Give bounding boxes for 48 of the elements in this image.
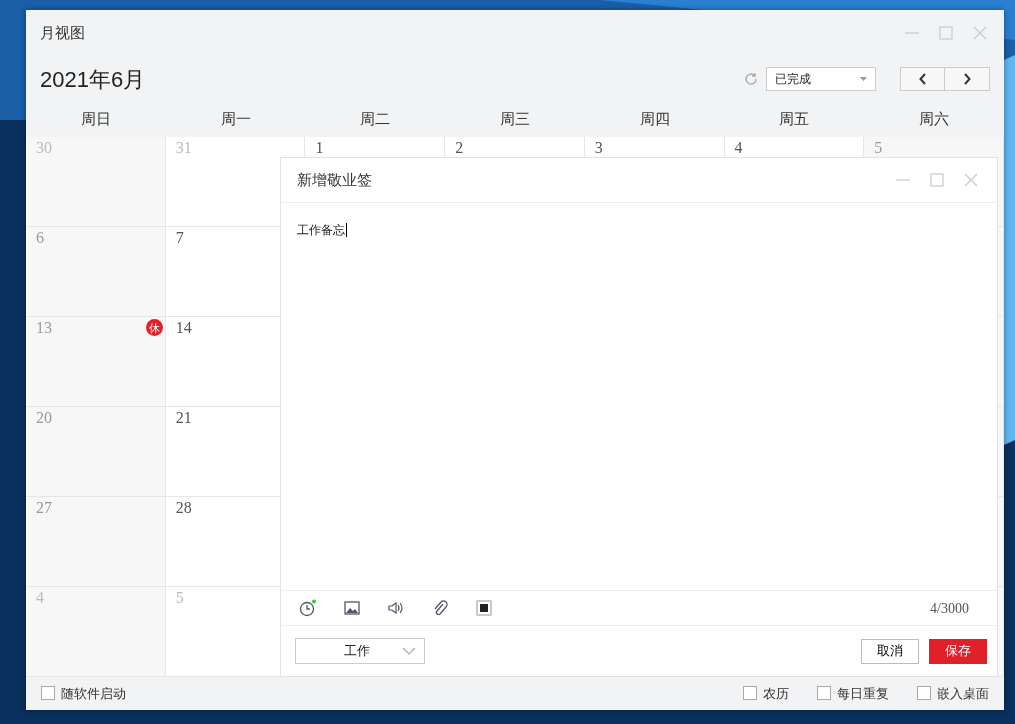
- chevron-right-icon: [963, 73, 971, 85]
- day-number: 28: [175, 499, 192, 516]
- save-button[interactable]: 保存: [929, 638, 987, 664]
- weekday-label: 周三: [499, 109, 531, 130]
- clock-icon[interactable]: [299, 599, 317, 617]
- filter-dropdown[interactable]: 已完成: [766, 67, 876, 91]
- day-number: 4: [36, 589, 44, 606]
- option-checkbox[interactable]: 嵌入桌面: [917, 683, 989, 704]
- note-text-field[interactable]: 工作备忘: [297, 223, 347, 237]
- image-icon[interactable]: [343, 599, 361, 617]
- option-checkbox[interactable]: 农历: [743, 683, 789, 704]
- option-checkbox[interactable]: 随软件启动: [41, 683, 126, 704]
- weekday-label: 周四: [638, 109, 671, 130]
- chevron-down-icon: [402, 647, 416, 655]
- day-number: 13: [36, 319, 52, 336]
- day-number: 3: [594, 139, 603, 156]
- weekday-label: 周二: [359, 109, 392, 130]
- stop-icon[interactable]: [475, 599, 493, 617]
- weekday-label: 周六: [918, 109, 951, 130]
- day-number: 4: [734, 139, 743, 156]
- option-checkbox[interactable]: 每日重复: [817, 683, 889, 704]
- day-number: 20: [36, 409, 52, 426]
- cancel-button[interactable]: 取消: [861, 638, 919, 664]
- day-number: 7: [175, 229, 184, 246]
- holiday-badge: 休: [145, 319, 163, 336]
- window-title: 月视图: [40, 22, 85, 43]
- speaker-icon[interactable]: [387, 599, 405, 617]
- weekday-label: 周日: [79, 109, 112, 130]
- day-number: 6: [36, 229, 44, 246]
- day-number: 1: [315, 139, 324, 156]
- day-number: 14: [175, 319, 192, 336]
- caret-icon: [860, 77, 867, 81]
- chevron-left-icon: [918, 73, 927, 85]
- day-number: 5: [175, 589, 184, 606]
- weekday-label: 周一: [219, 109, 252, 130]
- day-cell[interactable]: 13 休: [26, 317, 166, 407]
- next-button[interactable]: [945, 67, 990, 91]
- weekday-label: 周五: [778, 109, 811, 130]
- category-dropdown[interactable]: 工作: [295, 638, 425, 664]
- day-number: 30: [36, 139, 52, 156]
- month-title: 2021年6月: [40, 65, 146, 94]
- day-number: 2: [455, 139, 464, 156]
- character-count: 4/3000: [930, 599, 969, 618]
- day-number: 5: [874, 139, 883, 156]
- previous-button[interactable]: [900, 67, 945, 91]
- day-number: 27: [36, 499, 52, 516]
- day-number: 31: [175, 139, 192, 156]
- day-number: 21: [175, 409, 192, 426]
